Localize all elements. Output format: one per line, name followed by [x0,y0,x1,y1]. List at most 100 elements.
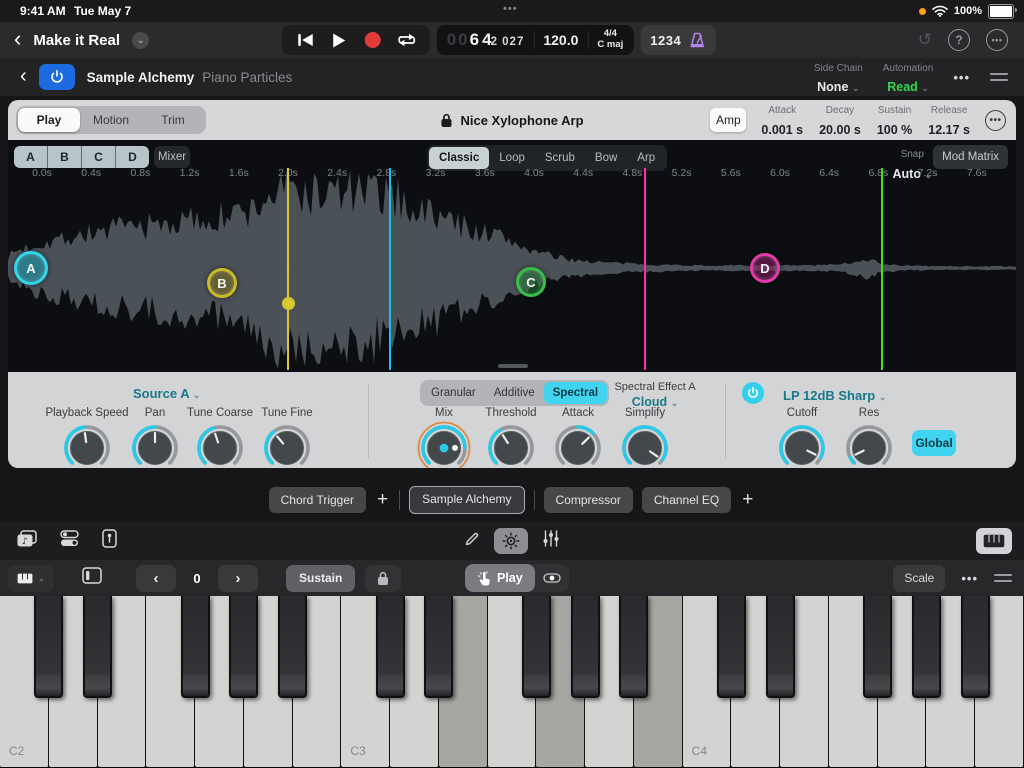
filter-power-button[interactable] [742,382,764,404]
plugin-chain-channel-eq[interactable]: Channel EQ [642,487,731,513]
black-key[interactable] [863,596,892,698]
keyboard-chooser-button[interactable]: ⌄ [8,565,54,592]
knob-tune-coarse[interactable] [192,420,248,468]
knob-mix[interactable] [416,420,472,468]
plugin-power-button[interactable] [39,64,75,90]
sustain-button[interactable]: Sustain [286,565,355,592]
channel-strip-button[interactable] [542,530,560,552]
mode-bow[interactable]: Bow [585,147,627,169]
black-key[interactable] [229,596,258,698]
go-to-beginning-button[interactable] [288,25,322,55]
add-plugin-button[interactable]: + [740,489,755,511]
source-button-b[interactable]: B [48,146,82,168]
undo-button[interactable]: ↺ [918,30,932,50]
black-key[interactable] [424,596,453,698]
plugin-chain-chord-trigger[interactable]: Chord Trigger [269,487,366,513]
black-key[interactable] [181,596,210,698]
more-options-button[interactable]: ••• [986,29,1008,51]
black-key[interactable] [376,596,405,698]
knob-simplify[interactable] [617,420,673,468]
plugin-chain-sample-alchemy[interactable]: Sample Alchemy [409,486,524,514]
play-surface-button[interactable] [976,528,1012,554]
knob-attack[interactable] [550,420,606,468]
drag-handle[interactable] [990,73,1008,81]
black-key[interactable] [717,596,746,698]
mode-arp[interactable]: Arp [627,147,665,169]
black-key[interactable] [522,596,551,698]
marker-a[interactable]: A [14,251,48,285]
plugin-back-chevron-icon[interactable]: ‹ [20,66,27,86]
browser-button[interactable]: ♪ [16,530,38,553]
knob-tune-fine[interactable] [259,420,315,468]
octave-up-button[interactable]: › [218,565,258,592]
plugin-chain-compressor[interactable]: Compressor [544,487,633,513]
tab-motion[interactable]: Motion [80,108,142,132]
sample-name[interactable]: Nice Xylophone Arp [460,113,583,128]
black-key[interactable] [83,596,112,698]
song-menu-caret-icon[interactable]: ⌄ [132,32,149,49]
add-plugin-button[interactable]: + [375,489,390,511]
back-chevron-icon[interactable]: ‹ [14,28,21,50]
scale-button[interactable]: Scale [893,565,945,592]
octave-down-button[interactable]: ‹ [136,565,176,592]
mode-classic[interactable]: Classic [429,147,489,169]
cycle-button[interactable] [390,25,424,55]
knob-threshold[interactable] [483,420,539,468]
playhead-dot[interactable] [282,297,295,310]
count-in-metronome-button[interactable]: 1234 [640,25,716,55]
black-key[interactable] [34,596,63,698]
envelope-more-button[interactable]: ••• [985,110,1006,131]
source-button-d[interactable]: D [116,146,149,168]
plugin-more-button[interactable]: ••• [953,70,970,85]
preset-name[interactable]: Piano Particles [202,70,292,85]
knob-cutoff[interactable] [774,420,830,468]
waveform-display[interactable]: ABCD Mixer ClassicLoopScrubBowArp Snap A… [8,140,1016,372]
mixer-button[interactable]: Mixer [154,146,190,168]
playhead-line[interactable] [881,168,883,370]
play-mode-button[interactable]: Play [465,564,535,592]
envelope-attack[interactable]: Attack0.001 s [761,100,803,141]
scroll-indicator[interactable] [498,364,528,368]
panel-toggle-button[interactable] [82,567,102,589]
global-button[interactable]: Global [912,430,956,456]
synth-tab-granular[interactable]: Granular [422,382,485,404]
plugins-view-button[interactable] [494,528,528,554]
mod-matrix-button[interactable]: Mod Matrix [933,145,1008,169]
knob-res[interactable] [841,420,897,468]
black-key[interactable] [766,596,795,698]
tab-play[interactable]: Play [18,108,80,132]
mode-scrub[interactable]: Scrub [535,147,585,169]
marker-d[interactable]: D [750,253,780,283]
black-key[interactable] [961,596,990,698]
tab-trim[interactable]: Trim [142,108,204,132]
keyboard-more-button[interactable]: ••• [961,571,978,586]
amp-button[interactable]: Amp [710,108,746,132]
playhead-line[interactable] [389,168,391,370]
envelope-decay[interactable]: Decay20.00 s [819,100,861,141]
sustain-lock-button[interactable] [365,565,401,592]
mode-loop[interactable]: Loop [489,147,535,169]
edit-button[interactable] [464,531,480,552]
source-selector[interactable]: Source A ⌄ [133,385,200,403]
midi-device-button[interactable] [102,529,117,553]
source-button-a[interactable]: A [14,146,48,168]
marker-c[interactable]: C [516,267,546,297]
black-key[interactable] [571,596,600,698]
black-key[interactable] [619,596,648,698]
synth-tab-additive[interactable]: Additive [485,382,544,404]
song-title[interactable]: Make it Real [33,32,120,49]
marker-b[interactable]: B [207,268,237,298]
glissando-mode-button[interactable] [535,564,569,592]
playhead-line[interactable] [644,168,646,370]
filter-type-selector[interactable]: LP 12dB Sharp ⌄ [783,387,886,405]
help-button[interactable]: ? [948,29,970,51]
record-button[interactable] [356,25,390,55]
playhead-line[interactable] [287,168,289,370]
envelope-sustain[interactable]: Sustain100 % [877,100,912,141]
play-button[interactable] [322,25,356,55]
knob-playback-speed[interactable] [59,420,115,468]
lcd-display[interactable]: 00642 027 120.0 4/4C maj [437,25,634,55]
automation-selector[interactable]: Automation Read ⌄ [883,57,934,97]
knob-pan[interactable] [127,420,183,468]
black-key[interactable] [912,596,941,698]
